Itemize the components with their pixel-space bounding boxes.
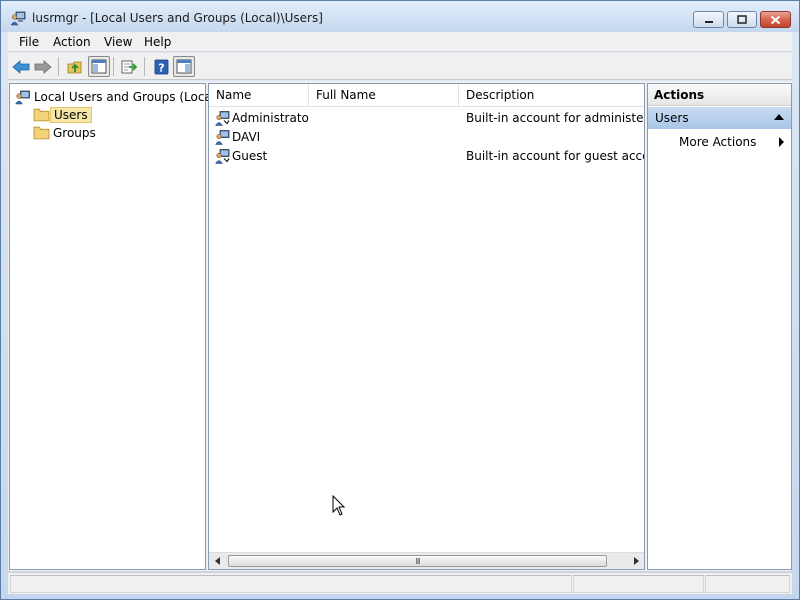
cell-full-name xyxy=(316,109,459,128)
tree-root-label: Local Users and Groups (Local) xyxy=(34,89,220,104)
maximize-button[interactable] xyxy=(727,11,757,28)
maximize-icon xyxy=(737,15,747,24)
user-icon xyxy=(215,111,230,126)
menu-bar: File Action View Help xyxy=(8,32,792,52)
submenu-arrow-icon xyxy=(779,137,784,147)
minimize-button[interactable] xyxy=(693,11,724,28)
help-button[interactable]: ? xyxy=(150,56,172,77)
scroll-grip: III xyxy=(415,556,420,566)
up-folder-icon xyxy=(67,61,82,73)
close-button[interactable] xyxy=(760,11,791,28)
cell-description: Built-in account for administering xyxy=(466,111,644,125)
cell-name: Guest xyxy=(232,149,268,163)
actions-pane: Actions Users More Actions xyxy=(647,83,792,570)
table-row[interactable]: Administrator Built-in account for admin… xyxy=(209,109,644,128)
actions-title: Actions xyxy=(648,84,791,106)
user-icon xyxy=(215,130,230,145)
scroll-left-button[interactable] xyxy=(209,553,226,569)
status-cell-main xyxy=(10,575,572,593)
toolbar: ? xyxy=(8,53,792,80)
cell-full-name xyxy=(316,147,459,166)
show-hide-console-tree-icon xyxy=(91,59,107,74)
cell-name: Administrator xyxy=(232,111,309,125)
cell-full-name xyxy=(316,128,459,147)
column-header-description[interactable]: Description xyxy=(459,84,644,107)
help-icon: ? xyxy=(154,59,168,74)
menu-action[interactable]: Action xyxy=(50,34,94,50)
collapse-arrow-icon[interactable] xyxy=(774,114,784,120)
column-header-full-name[interactable]: Full Name xyxy=(309,84,459,107)
show-hide-console-tree-button[interactable] xyxy=(88,56,110,77)
up-one-level-button[interactable] xyxy=(64,56,86,77)
more-actions-label: More Actions xyxy=(679,135,757,149)
window-title: lusrmgr - [Local Users and Groups (Local… xyxy=(32,11,323,25)
forward-button[interactable] xyxy=(32,56,54,77)
toolbar-separator xyxy=(144,57,145,76)
chevron-left-icon xyxy=(214,557,220,565)
back-button[interactable] xyxy=(10,56,32,77)
status-cell-middle xyxy=(573,575,704,593)
cell-description xyxy=(466,128,644,147)
content-area: Local Users and Groups (Local) Users Gro… xyxy=(8,81,792,571)
horizontal-scrollbar[interactable]: III xyxy=(209,552,644,569)
console-tree[interactable]: Local Users and Groups (Local) Users Gro… xyxy=(9,83,220,570)
mouse-pointer-icon xyxy=(332,495,346,516)
list-header: Name Full Name Description xyxy=(209,84,644,107)
show-hide-action-pane-button[interactable] xyxy=(173,56,195,77)
export-list-icon xyxy=(121,60,137,74)
minimize-icon xyxy=(704,20,713,23)
table-row[interactable]: DAVI xyxy=(209,128,644,147)
back-arrow-icon xyxy=(12,59,30,74)
scroll-right-button[interactable] xyxy=(627,553,644,569)
tree-item-root[interactable]: Local Users and Groups (Local) xyxy=(14,88,223,105)
users-computer-icon xyxy=(15,90,30,104)
menu-help[interactable]: Help xyxy=(141,34,174,50)
scrollbar-thumb[interactable]: III xyxy=(228,555,607,567)
folder-icon xyxy=(33,126,50,140)
table-row[interactable]: Guest Built-in account for guest access … xyxy=(209,147,644,166)
actions-section-users[interactable]: Users xyxy=(648,107,791,129)
status-cell-right xyxy=(705,575,790,593)
main-window: lusrmgr - [Local Users and Groups (Local… xyxy=(0,0,800,600)
show-hide-action-pane-icon xyxy=(176,59,192,74)
actions-section-label: Users xyxy=(655,111,689,125)
toolbar-separator xyxy=(58,57,59,76)
toolbar-separator xyxy=(113,57,114,76)
menu-file[interactable]: File xyxy=(16,34,42,50)
users-computer-icon xyxy=(10,11,26,26)
chevron-right-icon xyxy=(633,557,639,565)
column-header-name[interactable]: Name xyxy=(209,84,309,107)
export-list-button[interactable] xyxy=(118,56,140,77)
tree-groups-label: Groups xyxy=(53,125,96,140)
result-list[interactable]: Name Full Name Description Administrator… xyxy=(208,83,645,570)
user-icon xyxy=(215,149,230,164)
cell-description: Built-in account for guest access t xyxy=(466,149,644,163)
menu-view[interactable]: View xyxy=(101,34,135,50)
status-bar xyxy=(8,572,792,594)
svg-text:?: ? xyxy=(158,61,164,74)
title-bar[interactable]: lusrmgr - [Local Users and Groups (Local… xyxy=(1,1,799,32)
forward-arrow-icon xyxy=(34,59,52,74)
more-actions-item[interactable]: More Actions xyxy=(648,132,791,152)
tree-users-label: Users xyxy=(50,106,92,123)
folder-icon xyxy=(33,108,50,122)
tree-item-groups[interactable]: Groups xyxy=(33,124,99,141)
close-icon xyxy=(770,15,781,24)
cell-name: DAVI xyxy=(232,130,261,144)
tree-item-users[interactable]: Users xyxy=(33,106,92,123)
